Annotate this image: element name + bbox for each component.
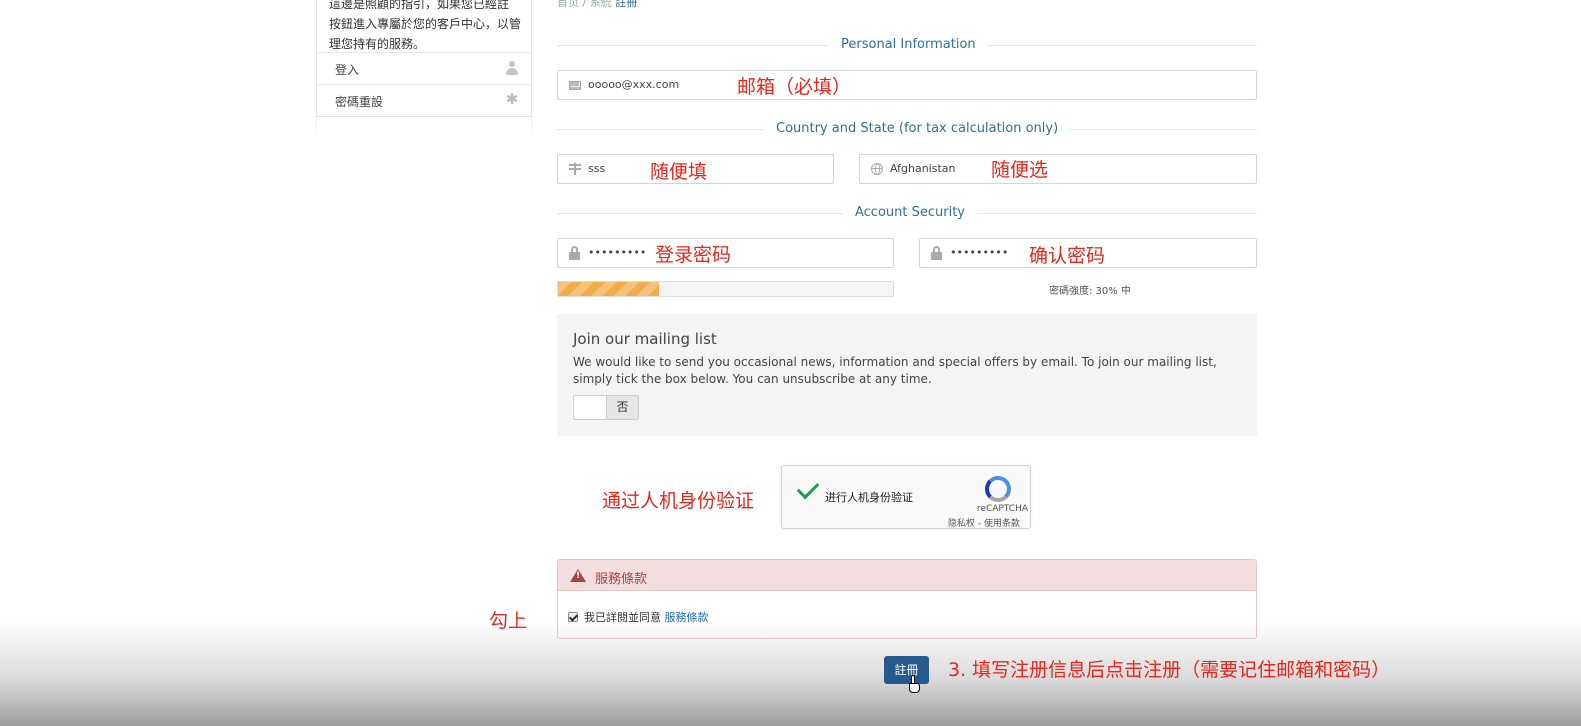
sidebar-item-login[interactable]: 登入 <box>317 52 531 84</box>
sidebar-intro-line: 理您持有的服務。 <box>329 37 426 51</box>
sidebar-item-label: 登入 <box>335 63 360 77</box>
sidebar-item-password-reset[interactable]: 密碼重設 ✱ <box>317 84 531 116</box>
breadcrumb: 首页 / 系統 註冊 <box>557 0 637 10</box>
country-select[interactable]: Afghanistan <box>859 154 1257 184</box>
recaptcha-label: 进行人机身份验证 <box>825 491 913 504</box>
mailing-list-title: Join our mailing list <box>573 330 717 348</box>
terms-header: 服務條款 <box>558 560 1256 591</box>
asterisk-icon: ✱ <box>505 90 519 108</box>
email-value: ooooo@xxx.com <box>588 78 680 91</box>
mailing-list-description: We would like to send you occasional new… <box>573 355 1217 386</box>
annotation-captcha: 通过人机身份验证 <box>602 490 755 512</box>
section-title-country: Country and State (for tax calculation o… <box>764 121 1071 136</box>
recaptcha-logo-icon <box>985 476 1011 502</box>
road-sign-icon <box>569 163 581 175</box>
state-value: sss <box>588 162 606 175</box>
annotation-country: 随便选 <box>991 159 1049 181</box>
annotation-email: 邮箱（必填） <box>737 76 852 98</box>
annotation-state: 随便填 <box>650 161 708 183</box>
country-value: Afghanistan <box>890 162 956 175</box>
hand-cursor-icon <box>908 675 922 695</box>
sidebar-intro: 這邊是照顧的指引，如果您已經註冊，這邊 按鈕進入專屬於您的客戶中心，以管 理您持… <box>329 0 525 54</box>
password-strength-label: 密碼強度: 30% 中 <box>1049 286 1131 297</box>
checkmark-icon <box>796 476 820 500</box>
recaptcha-widget[interactable]: 进行人机身份验证 reCAPTCHA 隐私权 - 使用条款 <box>781 465 1031 529</box>
warning-icon <box>570 569 586 582</box>
annotation-confirm: 确认密码 <box>1029 245 1106 267</box>
mailing-list-panel: Join our mailing list We would like to s… <box>557 314 1257 436</box>
confirm-password-value: ••••••••• <box>950 246 1009 259</box>
globe-icon <box>871 163 883 175</box>
recaptcha-brand: reCAPTCHA <box>976 504 1028 514</box>
email-field[interactable]: ooooo@xxx.com <box>557 70 1257 100</box>
section-title-security: Account Security <box>843 205 978 220</box>
lock-icon <box>569 246 581 260</box>
password-value: ••••••••• <box>588 246 647 259</box>
annotation-password: 登录密码 <box>655 244 732 266</box>
sidebar-panel: 這邊是照顧的指引，如果您已經註冊，這邊 按鈕進入專屬於您的客戶中心，以管 理您持… <box>316 0 532 117</box>
toggle-off-label: 否 <box>606 396 638 419</box>
sidebar-item-label: 密碼重設 <box>335 95 384 109</box>
recaptcha-links[interactable]: 隐私权 - 使用条款 <box>948 516 1020 529</box>
sidebar-shadow <box>316 117 532 135</box>
user-icon <box>505 61 519 75</box>
sidebar-intro-line: 這邊是照顧的指引，如果您已經註冊，這邊 <box>329 0 510 11</box>
password-strength-bar <box>557 281 894 297</box>
mailing-list-toggle[interactable]: 否 <box>573 395 639 420</box>
terms-title: 服務條款 <box>595 572 648 587</box>
annotation-register: 3. 填写注册信息后点击注册（需要记住邮箱和密码） <box>948 659 1391 681</box>
sidebar-intro-line: 按鈕進入專屬於您的客戶中心，以管 <box>329 17 522 31</box>
register-button[interactable]: 註冊 <box>884 656 929 684</box>
envelope-icon <box>569 81 581 90</box>
password-strength-fill <box>558 282 659 296</box>
breadcrumb-current: 註冊 <box>615 0 638 9</box>
breadcrumb-item[interactable]: 首页 / 系統 <box>557 0 612 9</box>
section-title-personal: Personal Information <box>829 37 988 52</box>
lock-icon <box>931 246 943 260</box>
